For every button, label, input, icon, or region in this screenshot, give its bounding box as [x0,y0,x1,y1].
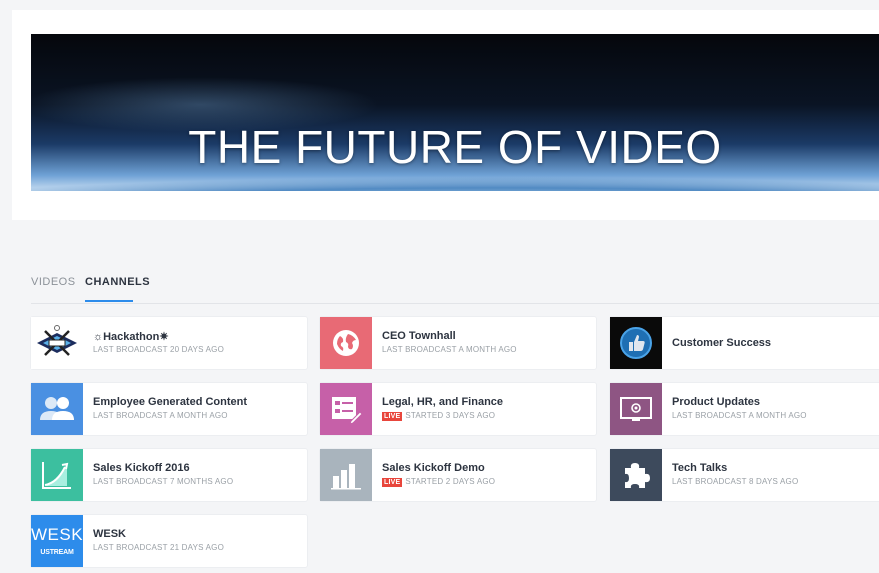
channel-thumbnail [610,383,662,435]
channel-status-text: STARTED 3 DAYS AGO [405,411,496,420]
channel-card[interactable]: Customer Success [610,317,879,369]
channel-title: Customer Success [672,337,772,349]
channel-title: Sales Kickoff 2016 [93,462,190,474]
channel-subtitle: LIVE STARTED 2 DAYS AGO [382,477,495,487]
channel-subtitle: LAST BROADCAST A MONTH AGO [672,411,807,420]
channel-card[interactable]: Employee Generated Content LAST BROADCAST… [31,383,307,435]
channel-thumbnail: WESK USTREAM [31,515,83,567]
page: THE FUTURE OF VIDEO VIDEOS CHANNELS ☼Hac… [12,10,879,573]
channel-subtitle: LAST BROADCAST 7 MONTHS AGO [93,477,233,486]
channel-thumbnail [610,317,662,369]
channel-subtitle: LAST BROADCAST 21 DAYS AGO [93,543,224,552]
channel-status-text: STARTED 2 DAYS AGO [405,477,496,486]
channel-subtitle: LIVE STARTED 3 DAYS AGO [382,411,495,421]
channel-subtitle: LAST BROADCAST A MONTH AGO [93,411,228,420]
wesk-ustream-logo-icon: WESK USTREAM [31,515,83,567]
channel-card[interactable]: ☼Hackathon✷ LAST BROADCAST 20 DAYS AGO [31,317,307,369]
users-icon [39,394,75,424]
channel-card[interactable]: Sales Kickoff 2016 LAST BROADCAST 7 MONTH… [31,449,307,501]
channel-status-text: LAST BROADCAST 20 DAYS AGO [93,345,225,354]
active-tab-indicator [85,300,133,302]
channel-status-text: LAST BROADCAST A MONTH AGO [93,411,228,420]
channel-thumbnail [610,449,662,501]
channel-card[interactable]: CEO Townhall LAST BROADCAST A MONTH AGO [320,317,596,369]
channel-status-text: LAST BROADCAST A MONTH AGO [672,411,807,420]
thumbs-up-icon [618,325,654,361]
live-badge: LIVE [382,478,403,487]
tab-videos[interactable]: VIDEOS [31,276,76,288]
globe-icon [331,328,361,358]
channel-card[interactable]: Sales Kickoff Demo LIVE STARTED 2 DAYS AGO [320,449,596,501]
channel-thumbnail [31,383,83,435]
tab-channels[interactable]: CHANNELS [85,276,150,288]
channel-status-text: LAST BROADCAST 7 MONTHS AGO [93,477,234,486]
channel-subtitle: LAST BROADCAST A MONTH AGO [382,345,517,354]
channel-thumbnail [320,383,372,435]
channel-title: Sales Kickoff Demo [382,462,485,474]
channel-title: Legal, HR, and Finance [382,396,504,408]
channel-status-text: LAST BROADCAST 8 DAYS AGO [672,477,799,486]
live-badge: LIVE [382,412,403,421]
puzzle-icon [621,460,651,490]
channel-status-text: LAST BROADCAST 21 DAYS AGO [93,543,225,552]
channel-title: ☼Hackathon✷ [93,331,169,343]
channel-status-text: LAST BROADCAST A MONTH AGO [382,345,517,354]
growth-chart-icon [40,459,74,491]
hero-card: THE FUTURE OF VIDEO [12,10,879,220]
thumb-subtext: USTREAM [40,549,74,556]
form-edit-icon [329,394,363,424]
hero-banner: THE FUTURE OF VIDEO [31,34,879,191]
channel-title: CEO Townhall [382,330,456,342]
monitor-icon [619,396,653,422]
channel-title: Product Updates [672,396,761,408]
channel-thumbnail [31,449,83,501]
channel-card[interactable]: Product Updates LAST BROADCAST A MONTH AG… [610,383,879,435]
tab-bar: VIDEOS CHANNELS [31,275,879,304]
channel-card[interactable]: WESK USTREAM WESK LAST BROADCAST 21 DAYS AG… [31,515,307,567]
hero-title: THE FUTURE OF VIDEO [188,121,722,173]
channel-title: Tech Talks [672,462,728,474]
thumb-text: WESK [31,525,83,544]
channel-subtitle: LAST BROADCAST 20 DAYS AGO [93,345,224,354]
channel-card[interactable]: Legal, HR, and Finance LIVE STARTED 3 DAYS… [320,383,596,435]
channel-card[interactable]: Tech Talks LAST BROADCAST 8 DAYS AGO [610,449,879,501]
channel-title: WESK [93,528,126,540]
channel-thumbnail [320,449,372,501]
hackathon-logo-icon [33,319,81,367]
channel-thumbnail [320,317,372,369]
bar-chart-icon [329,460,363,490]
channel-thumbnail [31,317,83,369]
channel-title: Employee Generated Content [93,396,248,408]
channel-subtitle: LAST BROADCAST 8 DAYS AGO [672,477,798,486]
